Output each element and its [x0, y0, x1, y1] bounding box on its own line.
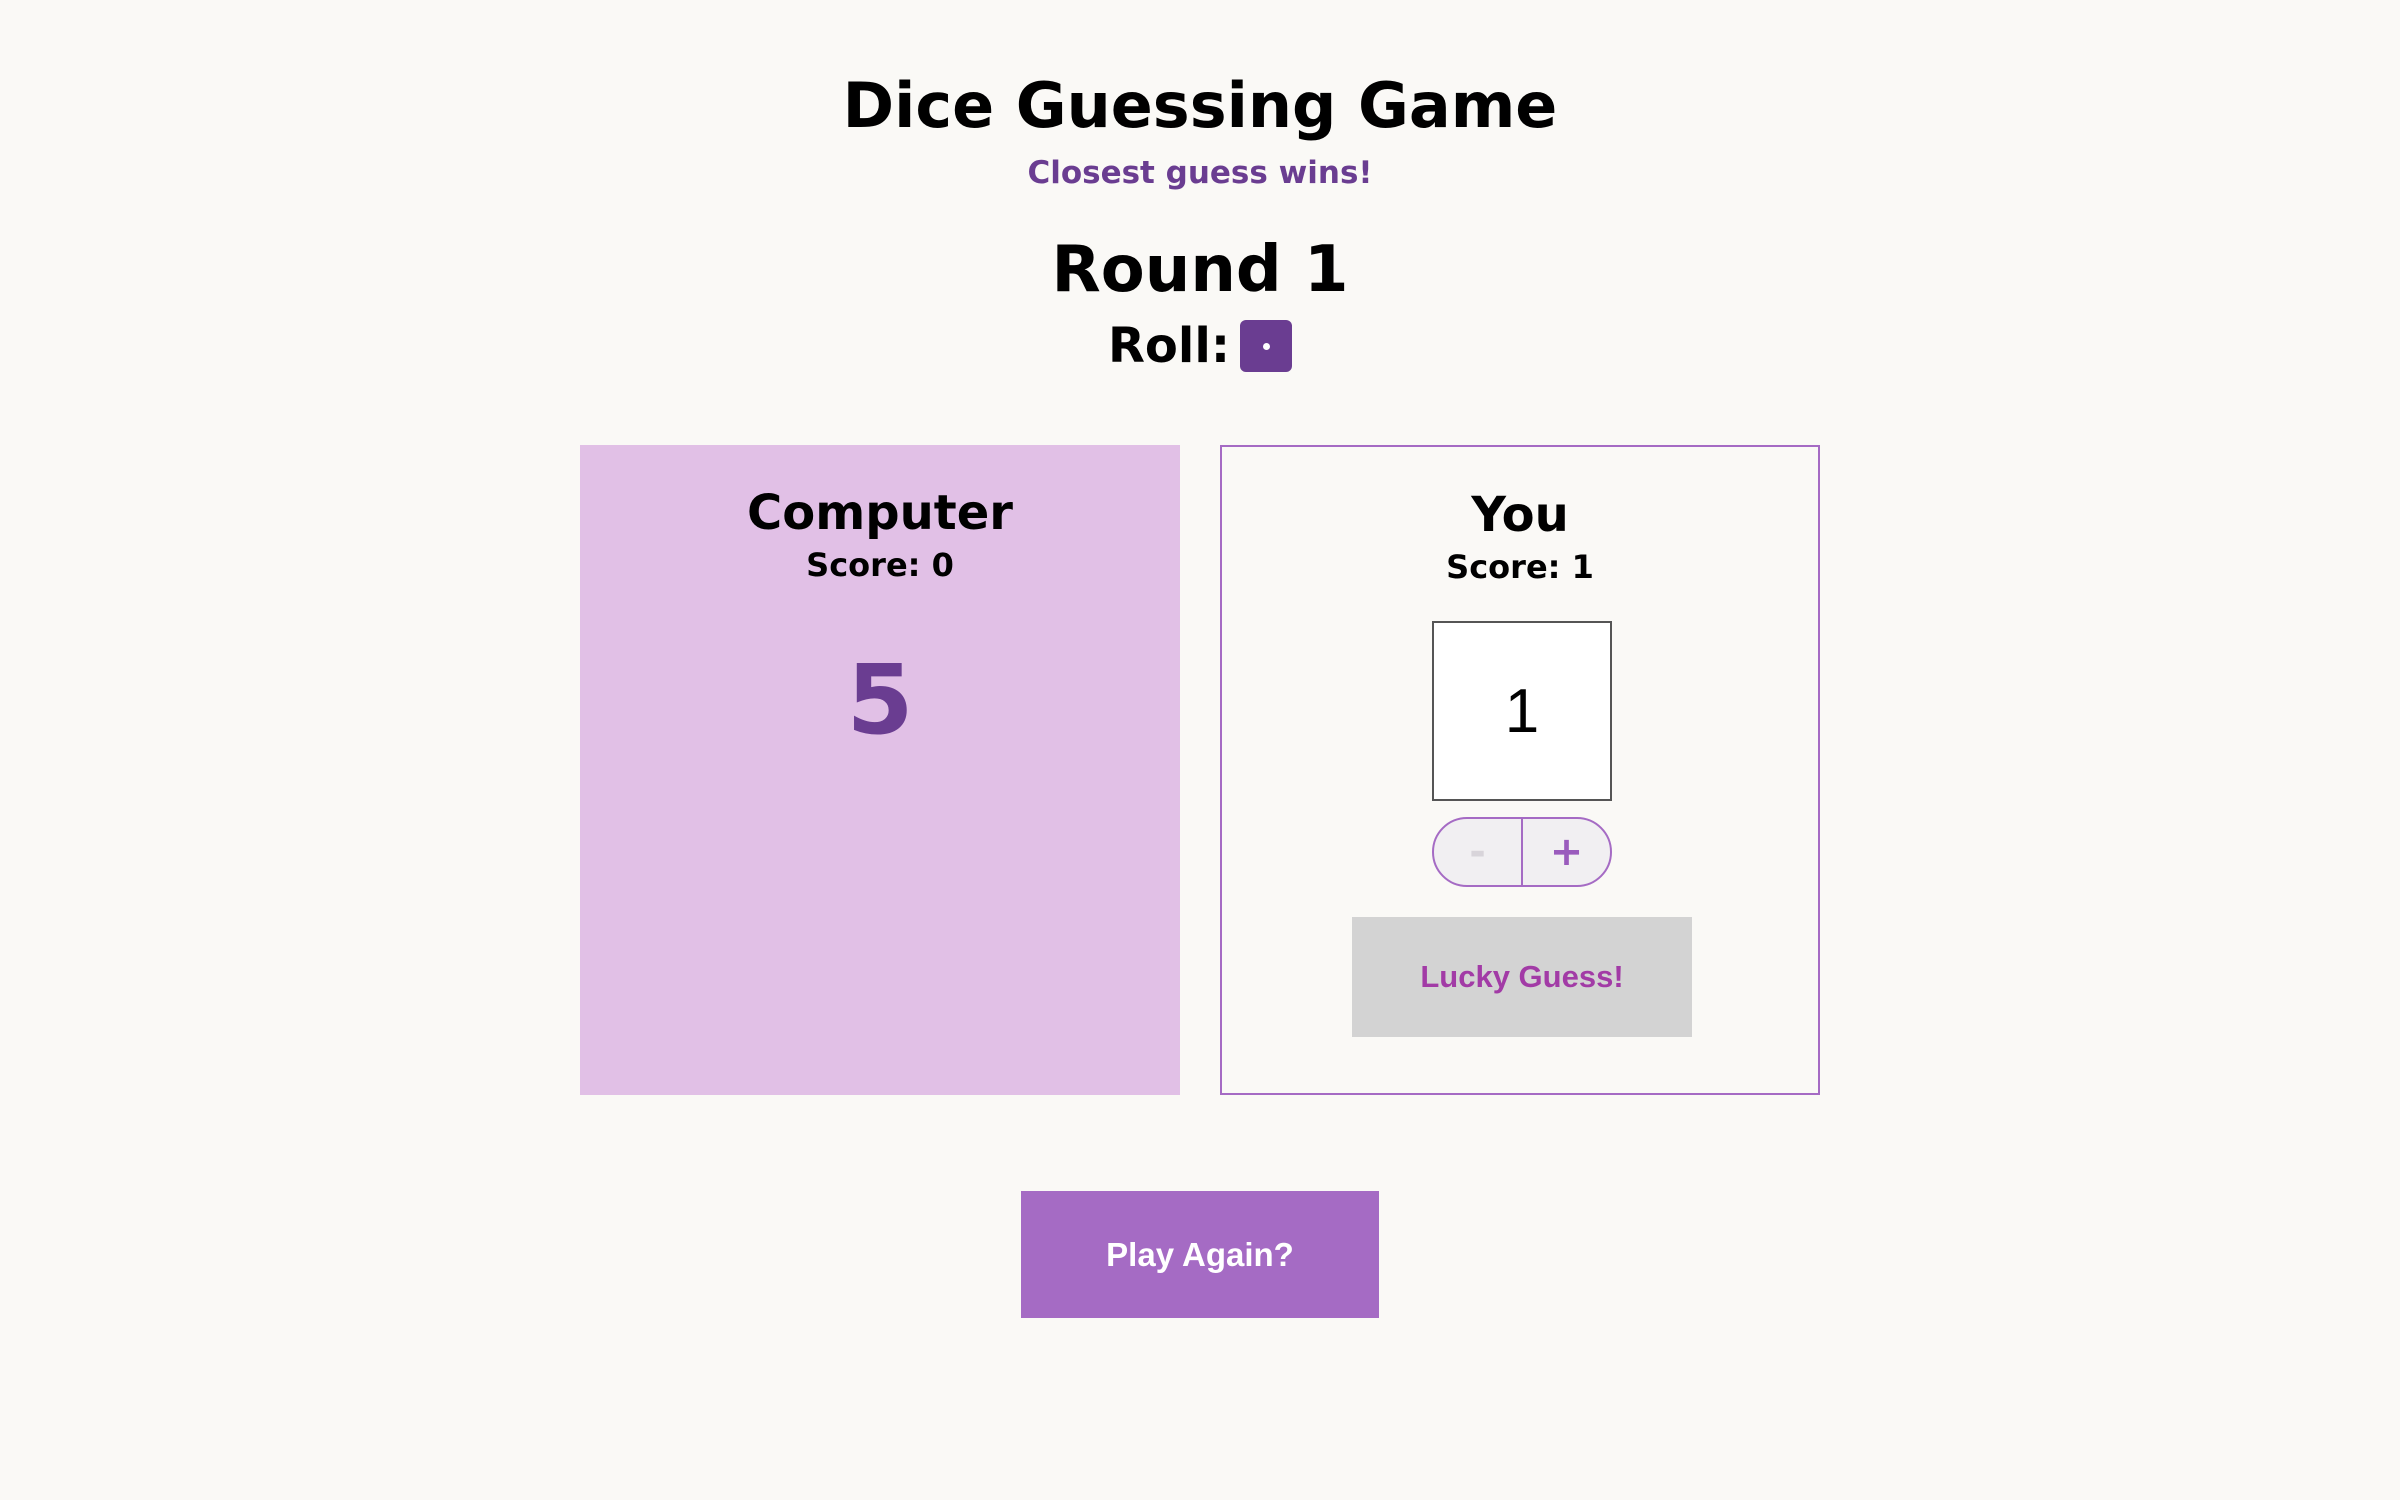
round-heading: Round 1: [1051, 233, 1349, 307]
guess-stepper: - +: [1432, 817, 1612, 887]
page-subtitle: Closest guess wins!: [1027, 155, 1373, 191]
player-name: You: [1471, 487, 1569, 543]
computer-score: Score: 0: [806, 546, 954, 584]
increment-button[interactable]: +: [1523, 819, 1610, 885]
dice-one-icon: [1240, 320, 1293, 372]
player-score: Score: 1: [1446, 548, 1594, 586]
roll-display: Roll:: [0, 316, 2400, 376]
computer-name: Computer: [747, 485, 1013, 541]
die-pip: [1262, 342, 1270, 350]
page-title: Dice Guessing Game: [842, 69, 1558, 142]
decrement-button[interactable]: -: [1434, 819, 1523, 885]
lucky-guess-button[interactable]: Lucky Guess!: [1352, 917, 1692, 1037]
player-panel: You Score: 1 - + Lucky Guess!: [1220, 445, 1820, 1095]
guess-input[interactable]: [1432, 621, 1612, 801]
roll-label: Roll:: [1107, 318, 1231, 374]
computer-guess: 5: [846, 644, 914, 756]
play-again-button[interactable]: Play Again?: [1021, 1191, 1379, 1318]
computer-panel: Computer Score: 0 5: [580, 445, 1180, 1095]
